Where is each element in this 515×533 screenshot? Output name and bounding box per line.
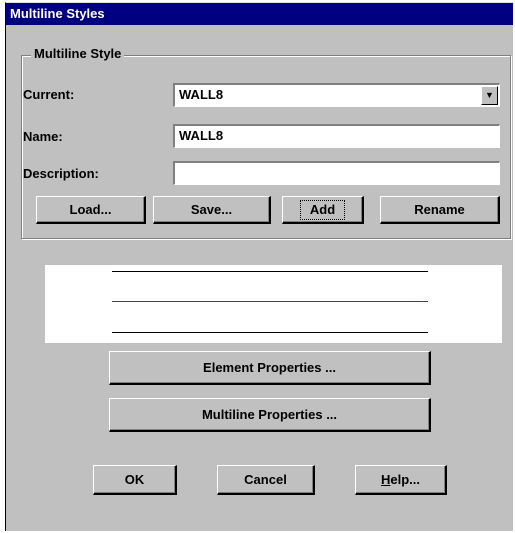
- element-properties-button[interactable]: Element Properties ...: [109, 351, 431, 385]
- rename-button[interactable]: Rename: [380, 196, 500, 224]
- save-button[interactable]: Save...: [153, 196, 271, 224]
- current-style-value: WALL8: [179, 87, 224, 102]
- name-field[interactable]: WALL8: [173, 124, 500, 148]
- add-button-label: Add: [299, 200, 346, 220]
- name-label: Name:: [23, 129, 63, 144]
- description-label: Description:: [23, 166, 99, 181]
- add-button[interactable]: Add: [282, 196, 364, 224]
- help-label-rest: elp...: [390, 472, 420, 487]
- chevron-down-icon[interactable]: ▼: [481, 86, 498, 105]
- description-field[interactable]: [173, 161, 500, 185]
- dialog-title: Multiline Styles: [6, 3, 513, 25]
- multiline-styles-dialog: Multiline Styles Multiline Style Current…: [5, 2, 513, 531]
- ok-button[interactable]: OK: [93, 465, 177, 495]
- multiline-properties-button[interactable]: Multiline Properties ...: [109, 398, 431, 432]
- cancel-button[interactable]: Cancel: [217, 465, 315, 495]
- preview-line-middle: [112, 301, 428, 302]
- help-mnemonic: H: [380, 472, 391, 487]
- current-label: Current:: [23, 87, 75, 102]
- preview-line-top: [112, 271, 428, 272]
- load-button[interactable]: Load...: [36, 196, 146, 224]
- multiline-preview: [45, 265, 502, 343]
- help-button[interactable]: Help...: [355, 465, 447, 495]
- group-legend: Multiline Style: [31, 46, 125, 61]
- current-style-dropdown[interactable]: WALL8 ▼: [173, 83, 500, 107]
- preview-line-bottom: [112, 332, 428, 333]
